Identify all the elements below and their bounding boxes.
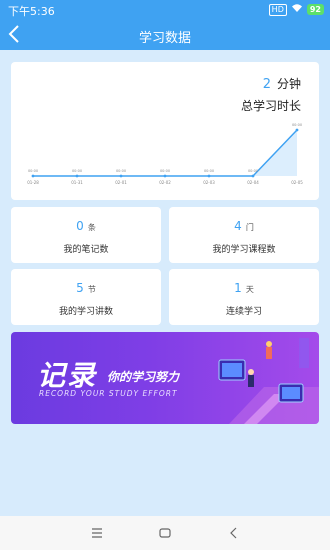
system-nav-bar bbox=[0, 516, 330, 550]
point-label: 00:00 bbox=[292, 123, 302, 127]
back-nav-button[interactable] bbox=[225, 524, 243, 542]
home-button[interactable] bbox=[156, 524, 174, 542]
x-tick-label: 02-03 bbox=[203, 180, 215, 185]
point-label: 00:00 bbox=[116, 169, 126, 173]
data-point bbox=[207, 174, 211, 178]
data-point bbox=[75, 174, 79, 178]
menu-icon bbox=[92, 528, 102, 538]
x-tick-label: 01-31 bbox=[71, 180, 83, 185]
point-label: 00:00 bbox=[28, 169, 38, 173]
stat-card-streak[interactable]: 1天 连续学习 bbox=[169, 269, 319, 325]
square-home-icon bbox=[159, 528, 171, 538]
study-illustration bbox=[218, 338, 319, 424]
data-point bbox=[295, 128, 299, 132]
point-label: 00:00 bbox=[160, 169, 170, 173]
point-label: 00:00 bbox=[72, 169, 82, 173]
stat-number: 4 bbox=[234, 219, 242, 233]
x-tick-label: 02-04 bbox=[247, 180, 259, 185]
data-point bbox=[163, 174, 167, 178]
stat-value: 4门 bbox=[169, 219, 319, 233]
header-bar: 学习数据 bbox=[0, 20, 330, 50]
line-chart: 00:00 01-28 00:00 01-31 00:00 02-01 00:00 02-02… bbox=[27, 123, 303, 185]
stat-card-courses[interactable]: 4门 我的学习课程数 bbox=[169, 207, 319, 263]
status-icons: HD 92 bbox=[268, 3, 324, 16]
x-tick-label: 02-02 bbox=[159, 180, 171, 185]
stat-value: 0条 bbox=[11, 219, 161, 233]
stat-card-notes[interactable]: 0条 我的笔记数 bbox=[11, 207, 161, 263]
stat-value: 5节 bbox=[11, 281, 161, 295]
data-point bbox=[31, 174, 35, 178]
hd-badge: HD bbox=[268, 3, 287, 16]
stat-unit: 条 bbox=[87, 223, 96, 232]
stat-card-lectures[interactable]: 5节 我的学习讲数 bbox=[11, 269, 161, 325]
triangle-back-icon bbox=[230, 527, 237, 539]
banner-subtitle-en: RECORD YOUR STUDY EFFORT bbox=[39, 389, 178, 398]
battery-icon: 92 bbox=[306, 4, 324, 15]
point-label: 00:00 bbox=[248, 169, 258, 173]
menu-button[interactable] bbox=[88, 524, 106, 542]
status-bar: 下午5:36 HD 92 bbox=[0, 0, 330, 20]
data-point bbox=[119, 174, 123, 178]
status-time: 下午5:36 bbox=[8, 5, 55, 18]
x-tick-label: 02-05 bbox=[291, 180, 303, 185]
wifi-icon bbox=[291, 3, 303, 16]
stat-unit: 天 bbox=[245, 285, 254, 294]
point-label: 00:00 bbox=[204, 169, 214, 173]
banner-title-sub: 你的学习努力 bbox=[107, 370, 180, 384]
stat-value: 1天 bbox=[169, 281, 319, 295]
stat-unit: 节 bbox=[87, 285, 96, 294]
study-time-chart-card: 2 分钟 总学习时长 00:00 01-28 00:00 01-31 00:00 02-01… bbox=[11, 62, 319, 200]
page-title: 学习数据 bbox=[138, 31, 191, 46]
stat-label: 我的学习讲数 bbox=[58, 307, 113, 317]
stat-label: 连续学习 bbox=[225, 307, 262, 317]
stat-number: 0 bbox=[76, 219, 84, 233]
data-point bbox=[251, 174, 255, 178]
stat-label: 我的学习课程数 bbox=[212, 245, 276, 255]
stat-number: 1 bbox=[234, 281, 242, 295]
banner-title-big: 记录 bbox=[37, 359, 98, 392]
record-effort-banner[interactable]: 记录 你的学习努力 RECORD YOUR STUDY EFFORT bbox=[11, 332, 319, 424]
x-tick-label: 01-28 bbox=[27, 180, 39, 185]
stat-number: 5 bbox=[76, 281, 84, 295]
x-tick-label: 02-01 bbox=[115, 180, 127, 185]
stat-label: 我的笔记数 bbox=[63, 245, 109, 255]
stat-unit: 门 bbox=[245, 223, 254, 232]
